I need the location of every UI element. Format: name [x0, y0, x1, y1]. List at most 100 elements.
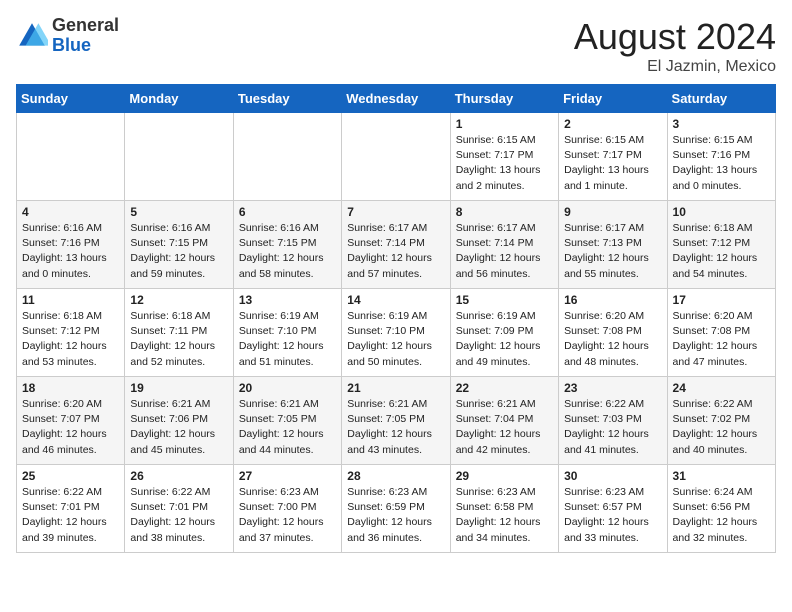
day-number: 4: [22, 205, 119, 219]
calendar-cell: 31 Sunrise: 6:24 AM Sunset: 6:56 PM Dayli…: [667, 465, 775, 553]
calendar-table: SundayMondayTuesdayWednesdayThursdayFrid…: [16, 84, 776, 553]
calendar-cell: 22 Sunrise: 6:21 AM Sunset: 7:04 PM Dayli…: [450, 377, 558, 465]
day-info: Sunrise: 6:18 AM Sunset: 7:12 PM Dayligh…: [673, 221, 770, 282]
calendar-cell: 6 Sunrise: 6:16 AM Sunset: 7:15 PM Daylig…: [233, 201, 341, 289]
calendar-cell: 16 Sunrise: 6:20 AM Sunset: 7:08 PM Dayli…: [559, 289, 667, 377]
logo-text: General Blue: [52, 16, 119, 56]
day-info: Sunrise: 6:22 AM Sunset: 7:01 PM Dayligh…: [130, 485, 227, 546]
calendar-cell: 4 Sunrise: 6:16 AM Sunset: 7:16 PM Daylig…: [17, 201, 125, 289]
day-of-week-header: Monday: [125, 85, 233, 113]
day-info: Sunrise: 6:15 AM Sunset: 7:17 PM Dayligh…: [456, 133, 553, 194]
day-number: 21: [347, 381, 444, 395]
calendar-cell: 12 Sunrise: 6:18 AM Sunset: 7:11 PM Dayli…: [125, 289, 233, 377]
calendar-cell: 8 Sunrise: 6:17 AM Sunset: 7:14 PM Daylig…: [450, 201, 558, 289]
day-number: 6: [239, 205, 336, 219]
calendar-cell: 17 Sunrise: 6:20 AM Sunset: 7:08 PM Dayli…: [667, 289, 775, 377]
day-info: Sunrise: 6:21 AM Sunset: 7:04 PM Dayligh…: [456, 397, 553, 458]
day-info: Sunrise: 6:16 AM Sunset: 7:15 PM Dayligh…: [239, 221, 336, 282]
month-year: August 2024: [574, 16, 776, 58]
calendar-week-row: 25Sunrise: 6:22 AM Sunset: 7:01 PM Dayli…: [17, 465, 776, 553]
day-number: 9: [564, 205, 661, 219]
calendar-cell: [233, 113, 341, 201]
page-header: General Blue August 2024 El Jazmin, Mexi…: [16, 16, 776, 76]
logo: General Blue: [16, 16, 119, 56]
day-info: Sunrise: 6:23 AM Sunset: 6:58 PM Dayligh…: [456, 485, 553, 546]
day-info: Sunrise: 6:16 AM Sunset: 7:16 PM Dayligh…: [22, 221, 119, 282]
day-number: 31: [673, 469, 770, 483]
calendar-cell: 26 Sunrise: 6:22 AM Sunset: 7:01 PM Dayli…: [125, 465, 233, 553]
day-info: Sunrise: 6:20 AM Sunset: 7:08 PM Dayligh…: [673, 309, 770, 370]
calendar-week-row: 4 Sunrise: 6:16 AM Sunset: 7:16 PM Daylig…: [17, 201, 776, 289]
day-number: 26: [130, 469, 227, 483]
day-of-week-header: Saturday: [667, 85, 775, 113]
day-number: 1: [456, 117, 553, 131]
day-number: 15: [456, 293, 553, 307]
calendar-cell: 19 Sunrise: 6:21 AM Sunset: 7:06 PM Dayli…: [125, 377, 233, 465]
day-number: 17: [673, 293, 770, 307]
calendar-cell: 9 Sunrise: 6:17 AM Sunset: 7:13 PM Daylig…: [559, 201, 667, 289]
day-number: 12: [130, 293, 227, 307]
calendar-cell: 7 Sunrise: 6:17 AM Sunset: 7:14 PM Daylig…: [342, 201, 450, 289]
day-number: 8: [456, 205, 553, 219]
day-number: 5: [130, 205, 227, 219]
day-info: Sunrise: 6:20 AM Sunset: 7:07 PM Dayligh…: [22, 397, 119, 458]
day-number: 22: [456, 381, 553, 395]
calendar-week-row: 18Sunrise: 6:20 AM Sunset: 7:07 PM Dayli…: [17, 377, 776, 465]
day-number: 24: [673, 381, 770, 395]
day-info: Sunrise: 6:20 AM Sunset: 7:08 PM Dayligh…: [564, 309, 661, 370]
location: El Jazmin, Mexico: [574, 58, 776, 76]
logo-icon: [16, 20, 48, 52]
day-info: Sunrise: 6:22 AM Sunset: 7:03 PM Dayligh…: [564, 397, 661, 458]
day-number: 19: [130, 381, 227, 395]
day-info: Sunrise: 6:16 AM Sunset: 7:15 PM Dayligh…: [130, 221, 227, 282]
day-number: 16: [564, 293, 661, 307]
calendar-cell: [17, 113, 125, 201]
day-of-week-header: Sunday: [17, 85, 125, 113]
calendar-cell: 28Sunrise: 6:23 AM Sunset: 6:59 PM Dayli…: [342, 465, 450, 553]
day-number: 28: [347, 469, 444, 483]
day-info: Sunrise: 6:17 AM Sunset: 7:14 PM Dayligh…: [347, 221, 444, 282]
day-number: 20: [239, 381, 336, 395]
day-info: Sunrise: 6:19 AM Sunset: 7:10 PM Dayligh…: [347, 309, 444, 370]
calendar-cell: [342, 113, 450, 201]
calendar-cell: 30Sunrise: 6:23 AM Sunset: 6:57 PM Dayli…: [559, 465, 667, 553]
calendar-cell: 18Sunrise: 6:20 AM Sunset: 7:07 PM Dayli…: [17, 377, 125, 465]
day-info: Sunrise: 6:21 AM Sunset: 7:05 PM Dayligh…: [347, 397, 444, 458]
day-info: Sunrise: 6:22 AM Sunset: 7:02 PM Dayligh…: [673, 397, 770, 458]
day-of-week-header: Thursday: [450, 85, 558, 113]
calendar-cell: 20 Sunrise: 6:21 AM Sunset: 7:05 PM Dayli…: [233, 377, 341, 465]
day-info: Sunrise: 6:21 AM Sunset: 7:05 PM Dayligh…: [239, 397, 336, 458]
day-info: Sunrise: 6:24 AM Sunset: 6:56 PM Dayligh…: [673, 485, 770, 546]
day-info: Sunrise: 6:21 AM Sunset: 7:06 PM Dayligh…: [130, 397, 227, 458]
day-info: Sunrise: 6:18 AM Sunset: 7:12 PM Dayligh…: [22, 309, 119, 370]
day-of-week-header: Wednesday: [342, 85, 450, 113]
day-number: 30: [564, 469, 661, 483]
logo-general-text: General: [52, 16, 119, 36]
calendar-cell: 25Sunrise: 6:22 AM Sunset: 7:01 PM Dayli…: [17, 465, 125, 553]
calendar-cell: 2 Sunrise: 6:15 AM Sunset: 7:17 PM Daylig…: [559, 113, 667, 201]
day-number: 10: [673, 205, 770, 219]
day-number: 13: [239, 293, 336, 307]
day-number: 2: [564, 117, 661, 131]
day-info: Sunrise: 6:17 AM Sunset: 7:13 PM Dayligh…: [564, 221, 661, 282]
day-info: Sunrise: 6:23 AM Sunset: 7:00 PM Dayligh…: [239, 485, 336, 546]
calendar-header-row: SundayMondayTuesdayWednesdayThursdayFrid…: [17, 85, 776, 113]
day-of-week-header: Friday: [559, 85, 667, 113]
calendar-cell: 23 Sunrise: 6:22 AM Sunset: 7:03 PM Dayli…: [559, 377, 667, 465]
calendar-cell: [125, 113, 233, 201]
calendar-cell: 3Sunrise: 6:15 AM Sunset: 7:16 PM Daylig…: [667, 113, 775, 201]
day-info: Sunrise: 6:18 AM Sunset: 7:11 PM Dayligh…: [130, 309, 227, 370]
calendar-cell: 29 Sunrise: 6:23 AM Sunset: 6:58 PM Dayli…: [450, 465, 558, 553]
calendar-cell: 11 Sunrise: 6:18 AM Sunset: 7:12 PM Dayli…: [17, 289, 125, 377]
day-info: Sunrise: 6:19 AM Sunset: 7:09 PM Dayligh…: [456, 309, 553, 370]
calendar-week-row: 1 Sunrise: 6:15 AM Sunset: 7:17 PM Daylig…: [17, 113, 776, 201]
day-number: 29: [456, 469, 553, 483]
calendar-cell: 5 Sunrise: 6:16 AM Sunset: 7:15 PM Daylig…: [125, 201, 233, 289]
calendar-cell: 10 Sunrise: 6:18 AM Sunset: 7:12 PM Dayli…: [667, 201, 775, 289]
day-number: 11: [22, 293, 119, 307]
day-number: 7: [347, 205, 444, 219]
day-info: Sunrise: 6:17 AM Sunset: 7:14 PM Dayligh…: [456, 221, 553, 282]
day-info: Sunrise: 6:15 AM Sunset: 7:17 PM Dayligh…: [564, 133, 661, 194]
day-number: 23: [564, 381, 661, 395]
calendar-week-row: 11 Sunrise: 6:18 AM Sunset: 7:12 PM Dayli…: [17, 289, 776, 377]
